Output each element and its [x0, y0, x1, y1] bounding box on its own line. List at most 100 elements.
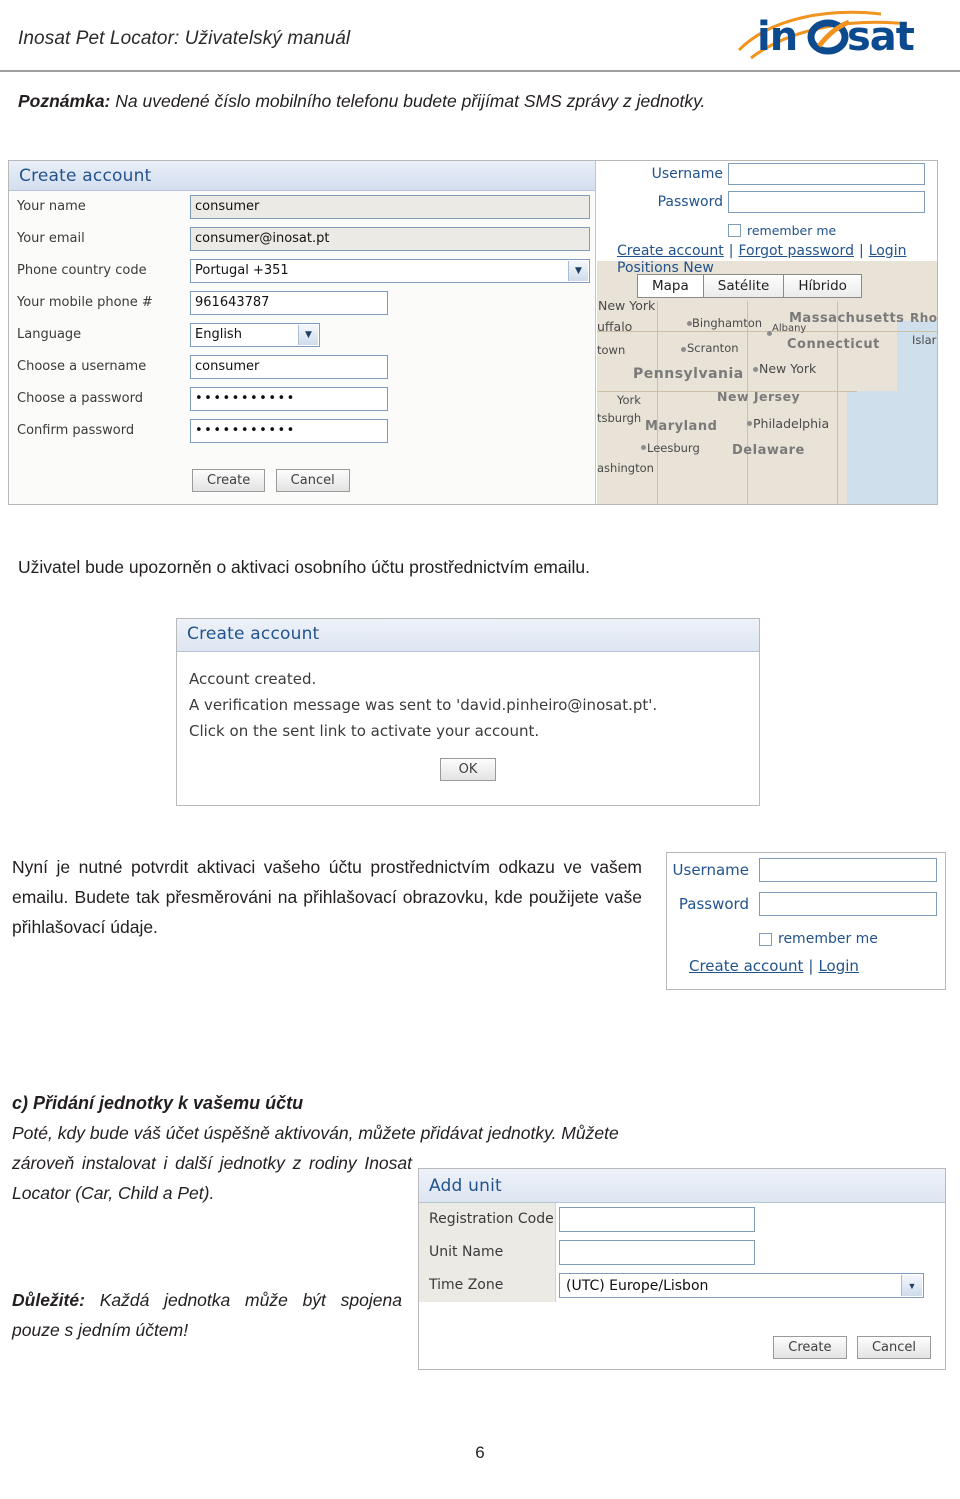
- create-account-title: Create account: [19, 166, 152, 186]
- map-label-new-york-top: New York: [598, 298, 656, 313]
- login2-links: Create account | Login: [689, 957, 859, 975]
- label-confirm-password: Confirm password: [17, 423, 135, 438]
- add-unit-row-time-zone: Time Zone (UTC) Europe/Lisbon ▼: [419, 1269, 945, 1302]
- login2-remember-label: remember me: [778, 931, 878, 947]
- login2-password-label: Password: [678, 895, 749, 913]
- map-label-leesburg: Leesburg: [647, 441, 700, 455]
- forgot-password-link[interactable]: Forgot password: [738, 243, 854, 259]
- select-phone-country-code[interactable]: Portugal +351 ▼: [190, 259, 590, 283]
- label-mobile-phone: Your mobile phone #: [17, 295, 153, 310]
- map-tab-hibrido[interactable]: Híbrido: [783, 274, 862, 298]
- cancel-button[interactable]: Cancel: [856, 1336, 931, 1359]
- label-choose-password: Choose a password: [17, 391, 143, 406]
- login-username-input[interactable]: [728, 163, 925, 185]
- account-created-line1: Account created.: [189, 670, 317, 688]
- screenshot-create-account: Create account Your name consumer Your e…: [8, 160, 938, 505]
- remember-me-checkbox[interactable]: [728, 224, 741, 237]
- section-c-important: Důležité: Každá jednotka může být spojen…: [12, 1285, 402, 1345]
- add-unit-row-unit-name: Unit Name: [419, 1236, 945, 1269]
- create-button[interactable]: Create: [192, 469, 266, 492]
- account-created-title: Create account: [187, 624, 320, 644]
- map-label-maryland: Maryland: [645, 419, 718, 434]
- input-mobile-phone[interactable]: 961643787: [190, 291, 388, 315]
- select-language-value: English: [195, 327, 242, 342]
- page-header: Inosat Pet Locator: Uživatelský manuál i…: [0, 0, 960, 74]
- login-password-input[interactable]: [728, 191, 925, 213]
- screenshot-add-unit: Add unit Registration Code Unit Name Tim…: [418, 1168, 946, 1370]
- field-row-your-name: Your name consumer: [9, 192, 596, 224]
- map-type-tabs[interactable]: Mapa Satélite Híbrido: [637, 274, 862, 298]
- field-row-your-email: Your email consumer@inosat.pt: [9, 224, 596, 256]
- map-tab-satelite[interactable]: Satélite: [702, 274, 785, 298]
- create-button[interactable]: Create: [773, 1336, 847, 1359]
- add-unit-rows: Registration Code Unit Name Time Zone (U…: [419, 1203, 945, 1302]
- screenshot-login-box: Username Password remember me Create acc…: [666, 852, 946, 990]
- map-label-town: town: [597, 343, 626, 357]
- field-row-language: Language English ▼: [9, 320, 596, 352]
- login-password-row: Password: [597, 189, 937, 217]
- input-registration-code[interactable]: [559, 1207, 755, 1232]
- map-label-albany: Albany: [772, 323, 807, 334]
- remember-me-row[interactable]: remember me: [728, 223, 836, 238]
- login2-username-label: Username: [672, 861, 749, 879]
- create-account-link[interactable]: Create account: [689, 957, 803, 975]
- chevron-down-icon[interactable]: ▼: [568, 261, 588, 281]
- field-row-choose-username: Choose a username consumer: [9, 352, 596, 384]
- login-link[interactable]: Login: [818, 957, 858, 975]
- note-text: Na uvedené číslo mobilního telefonu bude…: [110, 91, 706, 111]
- input-your-email[interactable]: consumer@inosat.pt: [190, 227, 590, 251]
- input-choose-password[interactable]: •••••••••••: [190, 387, 388, 411]
- map-label-connecticut: Connecticut: [787, 337, 880, 352]
- login2-remember-row[interactable]: remember me: [759, 931, 878, 947]
- login-username-row: Username: [597, 161, 937, 189]
- label-choose-username: Choose a username: [17, 359, 147, 374]
- field-row-confirm-password: Confirm password •••••••••••: [9, 416, 596, 448]
- account-created-line3: Click on the sent link to activate your …: [189, 722, 540, 740]
- label-phone-country-code: Phone country code: [17, 263, 147, 278]
- map-label-scranton: Scranton: [687, 341, 739, 355]
- login2-username-input[interactable]: [759, 858, 937, 882]
- add-unit-row-registration-code: Registration Code: [419, 1203, 945, 1236]
- map-label-pittsburgh: tsburgh: [597, 411, 642, 425]
- page-number: 6: [475, 1443, 485, 1462]
- input-unit-name[interactable]: [559, 1240, 755, 1265]
- create-account-link[interactable]: Create account: [617, 243, 724, 259]
- svg-text:in: in: [757, 14, 797, 60]
- create-account-form-panel: Create account Your name consumer Your e…: [9, 161, 596, 504]
- map-label-buffalo: uffalo: [597, 319, 633, 334]
- map-label-delaware: Delaware: [732, 443, 805, 458]
- map-widget[interactable]: Positions New Mapa Satélite Híbrido New …: [597, 261, 937, 504]
- input-choose-username[interactable]: consumer: [190, 355, 388, 379]
- remember-me-label: remember me: [747, 223, 837, 238]
- cancel-button[interactable]: Cancel: [275, 469, 350, 492]
- login2-username-row: Username: [667, 853, 945, 887]
- ok-button[interactable]: OK: [439, 758, 497, 781]
- input-confirm-password[interactable]: •••••••••••: [190, 419, 388, 443]
- select-time-zone-value: (UTC) Europe/Lisbon: [566, 1278, 709, 1294]
- map-tab-mapa[interactable]: Mapa: [637, 274, 704, 298]
- chevron-down-icon[interactable]: ▼: [298, 325, 318, 345]
- paragraph-activation: Uživatel bude upozorněn o aktivaci osobn…: [18, 557, 590, 577]
- label-registration-code: Registration Code: [429, 1211, 554, 1227]
- login2-password-row: Password: [667, 887, 945, 921]
- map-label-new-jersey: New Jersey: [717, 389, 801, 404]
- header-divider: [0, 70, 960, 72]
- login-username-label: Username: [651, 166, 723, 182]
- map-label-philadelphia: Philadelphia: [753, 416, 830, 431]
- paragraph-redirect: Nyní je nutné potvrdit aktivaci vašeho ú…: [12, 857, 642, 937]
- label-unit-name: Unit Name: [429, 1244, 504, 1260]
- section-c-body-rest: zároveň instalovat i další jednotky z ro…: [12, 1153, 412, 1203]
- login-links: Create account | Forgot password | Login: [617, 243, 907, 259]
- login-and-map-panel: Username Password remember me Create acc…: [597, 161, 937, 504]
- login2-password-input[interactable]: [759, 892, 937, 916]
- account-created-line2: A verification message was sent to 'davi…: [189, 696, 658, 714]
- input-your-name[interactable]: consumer: [190, 195, 590, 219]
- remember-me-checkbox[interactable]: [759, 932, 772, 946]
- map-label-washington: ashington: [597, 461, 654, 475]
- select-language[interactable]: English ▼: [190, 323, 320, 347]
- select-time-zone[interactable]: (UTC) Europe/Lisbon ▼: [559, 1273, 924, 1298]
- login-link[interactable]: Login: [869, 243, 907, 259]
- section-c-heading: c) Přidání jednotky k vašemu účtu: [12, 1093, 304, 1113]
- chevron-down-icon[interactable]: ▼: [901, 1275, 922, 1296]
- note-paragraph: Poznámka: Na uvedené číslo mobilního tel…: [18, 86, 923, 116]
